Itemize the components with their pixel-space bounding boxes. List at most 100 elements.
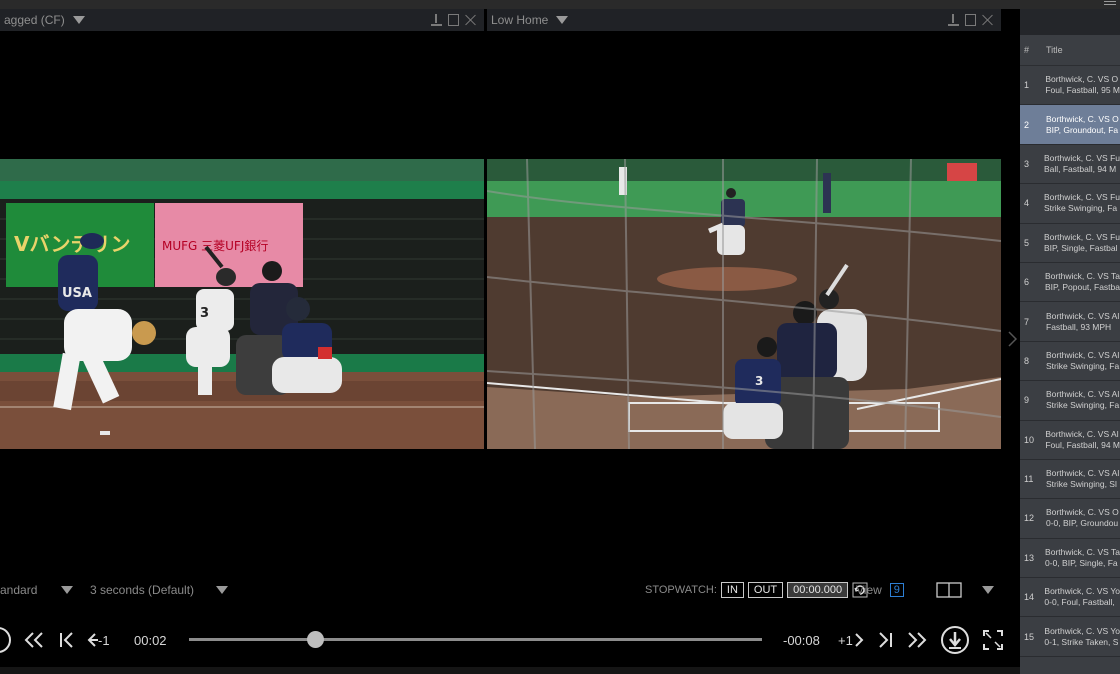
row-title: Borthwick, C. VS Al Strike Swinging, Sl <box>1046 460 1119 498</box>
download-circle-icon[interactable] <box>940 622 970 658</box>
skip-to-end-icon[interactable] <box>877 622 895 658</box>
playlist-row[interactable]: 13 Borthwick, C. VS Ta 0-0, BIP, Single, F… <box>1020 539 1120 579</box>
scrubber-thumb[interactable] <box>307 631 325 648</box>
playlist-row[interactable]: 9 Borthwick, C. VS Al Strike Swinging, Fa <box>1020 381 1120 421</box>
popout-icon[interactable] <box>448 14 459 26</box>
row-title-line2: 0-0, BIP, Groundou <box>1046 518 1119 529</box>
window-top-strip <box>0 0 1120 9</box>
row-title: Borthwick, C. VS Ta 0-0, BIP, Single, Fa <box>1045 539 1120 577</box>
row-number: 12 <box>1024 513 1035 524</box>
row-title: Borthwick, C. VS Ta BIP, Popout, Fastba <box>1045 263 1120 301</box>
right-panel-header: Low Home <box>487 9 1001 31</box>
play-button[interactable] <box>0 622 12 658</box>
row-number: 13 <box>1024 552 1035 563</box>
playlist-row[interactable]: 1 Borthwick, C. VS O Foul, Fastball, 95 M <box>1020 66 1120 106</box>
stopwatch-time: 00:00.000 <box>787 582 849 598</box>
row-number: 14 <box>1024 592 1035 603</box>
row-title-line1: Borthwick, C. VS Fu <box>1043 231 1120 242</box>
row-number: 4 <box>1024 198 1030 209</box>
stopwatch-in-button[interactable]: IN <box>720 582 744 598</box>
stopwatch-out-button[interactable]: OUT <box>747 582 784 598</box>
row-title-line2: Strike Swinging, Sl <box>1046 479 1117 490</box>
playlist-row[interactable]: 5 Borthwick, C. VS Fu BIP, Single, Fastbal <box>1020 224 1120 263</box>
right-video-frame[interactable]: 3 <box>487 159 1001 449</box>
playlist-row[interactable]: 11 Borthwick, C. VS Al Strike Swinging, Sl <box>1020 460 1120 500</box>
chevron-right-icon[interactable] <box>1006 330 1018 348</box>
column-header-title[interactable]: Title <box>1046 45 1063 55</box>
row-title-line1: Borthwick, C. VS Fu <box>1043 152 1120 163</box>
close-icon[interactable] <box>982 14 993 26</box>
chevron-down-icon[interactable] <box>61 586 74 594</box>
chevron-down-icon[interactable] <box>556 16 569 24</box>
row-title-line1: Borthwick, C. VS Ta <box>1045 546 1120 557</box>
row-number: 8 <box>1024 355 1030 366</box>
close-icon[interactable] <box>465 14 476 26</box>
row-title-line2: Fastball, 93 MPH <box>1046 321 1112 332</box>
view-count-button[interactable]: 9 <box>889 583 904 597</box>
step-forward-button[interactable]: +1 <box>838 622 865 658</box>
column-header-number[interactable]: # <box>1020 45 1046 55</box>
row-title: Borthwick, C. VS O 0-0, BIP, Groundou <box>1046 499 1119 537</box>
current-time: 00:02 <box>134 622 167 658</box>
row-title: Borthwick, C. VS Yo 0-0, Foul, Fastball, <box>1044 578 1120 616</box>
playlist-row[interactable]: 2 Borthwick, C. VS O BIP, Groundout, Fa <box>1020 105 1120 145</box>
playlist-row[interactable]: 8 Borthwick, C. VS Al Strike Swinging, Fa <box>1020 342 1120 382</box>
playlist-panel: # Title 1 Borthwick, C. VS O Foul, Fastbal… <box>1020 9 1120 674</box>
stopwatch: STOPWATCH: IN OUT 00:00.000 <box>645 581 868 599</box>
skip-interval-value: 3 seconds (Default) <box>90 583 195 597</box>
scrubber-track[interactable] <box>189 638 762 641</box>
download-icon[interactable] <box>948 14 959 26</box>
row-number: 15 <box>1024 631 1035 642</box>
row-title: Borthwick, C. VS Yo 0-1, Strike Taken, S <box>1044 617 1120 655</box>
row-title-line2: BIP, Popout, Fastba <box>1045 282 1120 293</box>
step-back-button[interactable]: -1 <box>86 622 110 658</box>
download-icon[interactable] <box>431 14 442 26</box>
speed-select[interactable]: andard <box>0 581 74 599</box>
playlist-row[interactable]: 4 Borthwick, C. VS Fu Strike Swinging, Fa <box>1020 184 1120 224</box>
row-title: Borthwick, C. VS Al Fastball, 93 MPH <box>1046 302 1119 340</box>
row-title-line1: Borthwick, C. VS Yo <box>1044 586 1120 597</box>
bottom-strip <box>0 667 1020 674</box>
right-panel-title[interactable]: Low Home <box>491 13 548 27</box>
menu-icon[interactable] <box>1104 1 1116 2</box>
row-title-line1: Borthwick, C. VS O <box>1046 507 1119 518</box>
row-title-line1: Borthwick, C. VS Fu <box>1043 192 1120 203</box>
skip-to-start-icon[interactable] <box>58 622 76 658</box>
row-number: 3 <box>1024 158 1030 169</box>
playlist-toolbar <box>1020 9 1120 35</box>
chevron-down-icon[interactable] <box>72 16 85 24</box>
row-number: 10 <box>1024 434 1035 445</box>
skip-interval-select[interactable]: 3 seconds (Default) <box>90 581 229 599</box>
rewind-icon[interactable] <box>23 622 45 658</box>
row-title-line2: Foul, Fastball, 95 M <box>1045 85 1120 96</box>
step-forward-icon <box>855 633 864 647</box>
chevron-down-icon[interactable] <box>982 586 994 594</box>
left-panel-title[interactable]: agged (CF) <box>4 13 65 27</box>
transport-bar: -1 00:02 -00:08 +1 <box>0 622 1020 658</box>
playlist-row[interactable]: 15 Borthwick, C. VS Yo 0-1, Strike Taken, … <box>1020 617 1120 657</box>
playlist-row[interactable]: 3 Borthwick, C. VS Fu Ball, Fastball, 94 M <box>1020 145 1120 185</box>
row-title-line2: BIP, Groundout, Fa <box>1046 124 1119 135</box>
fullscreen-icon[interactable] <box>983 622 1003 658</box>
row-title-line2: Strike Swinging, Fa <box>1046 360 1120 371</box>
left-video-frame[interactable]: Vバンテリン MUFG 三菱UFJ銀行 USA 3 <box>0 159 484 449</box>
stopwatch-label: STOPWATCH: <box>645 584 717 596</box>
layout-toggle[interactable] <box>936 581 994 599</box>
playlist-row[interactable]: 14 Borthwick, C. VS Yo 0-0, Foul, Fastball… <box>1020 578 1120 618</box>
catcher-number: 3 <box>755 374 763 388</box>
step-forward-label: +1 <box>838 632 853 648</box>
sponsor-sign-right-text: MUFG 三菱UFJ銀行 <box>162 239 268 253</box>
playlist-row[interactable]: 7 Borthwick, C. VS Al Fastball, 93 MPH <box>1020 302 1120 342</box>
row-title-line2: Strike Swinging, Fa <box>1046 400 1120 411</box>
playlist-row[interactable]: 6 Borthwick, C. VS Ta BIP, Popout, Fastba <box>1020 263 1120 303</box>
popout-icon[interactable] <box>965 14 976 26</box>
view-label: View <box>856 583 882 597</box>
fast-forward-icon[interactable] <box>906 622 928 658</box>
row-title-line1: Borthwick, C. VS Al <box>1046 310 1120 321</box>
row-title-line1: Borthwick, C. VS Al <box>1046 389 1120 400</box>
playlist-row[interactable]: 10 Borthwick, C. VS Al Foul, Fastball, 94 … <box>1020 421 1120 460</box>
chevron-down-icon[interactable] <box>216 586 229 594</box>
split-layout-icon[interactable] <box>936 582 962 598</box>
playlist-row[interactable]: 12 Borthwick, C. VS O 0-0, BIP, Groundou <box>1020 499 1120 539</box>
stadium-ad <box>947 163 977 183</box>
